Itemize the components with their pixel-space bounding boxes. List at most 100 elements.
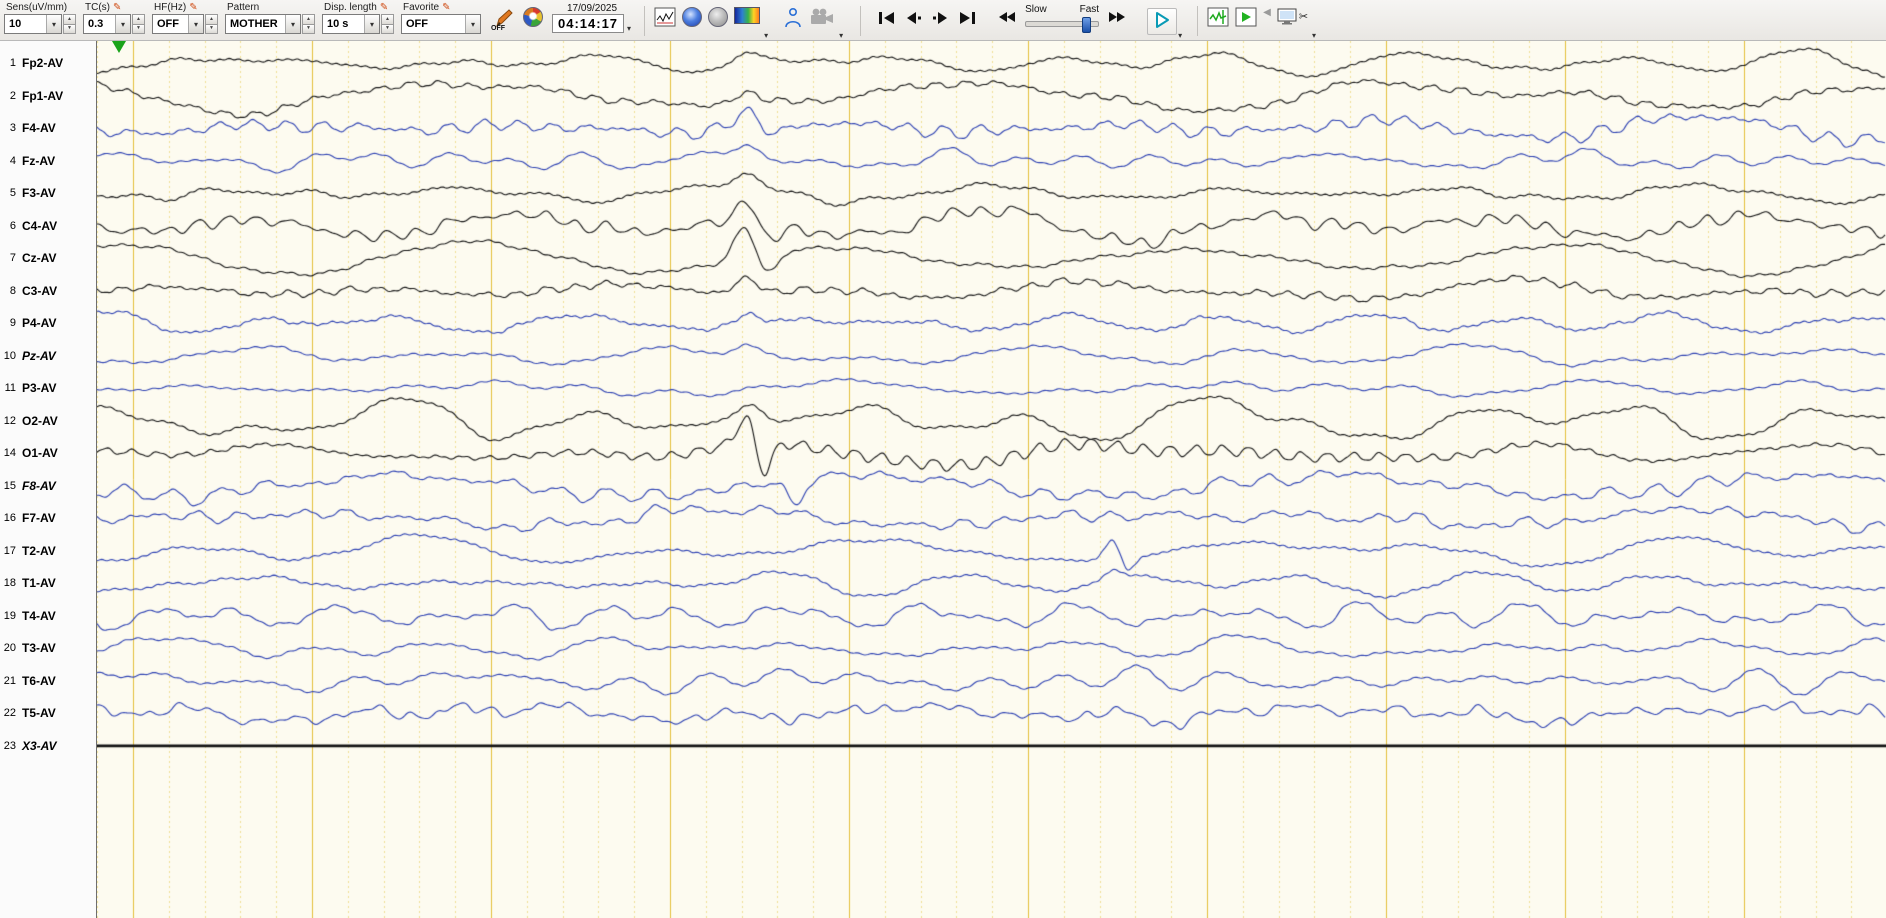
play-button[interactable]: [1147, 8, 1178, 35]
channel-label: T3-AV: [22, 641, 56, 656]
channel-number: 9: [9, 317, 16, 330]
trend-graph-button[interactable]: [654, 7, 676, 27]
map-disabled-button[interactable]: [708, 7, 729, 27]
tc-spin-down[interactable]: ▼: [132, 24, 145, 34]
speed-slider-track[interactable]: [1025, 17, 1100, 33]
annotation-pen-button[interactable]: OFF: [491, 7, 517, 32]
skip-to-end-icon: [960, 12, 976, 24]
hf-dropdown-arrow[interactable]: ▾: [188, 15, 203, 33]
channel-label-row[interactable]: 16 F7-AV: [0, 510, 96, 526]
datetime-dropdown-arrow[interactable]: ▾: [626, 24, 632, 33]
step-back-button[interactable]: [902, 9, 925, 27]
favorite-dropdown-arrow[interactable]: ▾: [465, 15, 480, 33]
review-waveform-button[interactable]: [1207, 7, 1229, 27]
hf-spin-up[interactable]: ▲: [205, 14, 218, 25]
sens-control: Sens(uV/mm) 10 ▾ ▲ ▼: [4, 1, 76, 34]
channel-label-row[interactable]: 8 C3-AV: [0, 283, 96, 299]
channel-label-row[interactable]: 9 P4-AV: [0, 315, 96, 331]
hf-spin-down[interactable]: ▼: [205, 24, 218, 34]
favorite-edit-pencil-icon[interactable]: ✎: [442, 2, 450, 13]
channel-label-row[interactable]: 2 Fp1-AV: [0, 88, 96, 104]
channel-label-row[interactable]: 23 X3-AV: [0, 738, 96, 754]
channel-label-row[interactable]: 10 Pz-AV: [0, 348, 96, 364]
step-forward-button[interactable]: [929, 9, 952, 27]
toolbar-separator: [860, 6, 862, 36]
disp-length-spin-down[interactable]: ▼: [381, 24, 394, 34]
position-marker[interactable]: [112, 41, 126, 53]
datetime-display: 17/09/2025 04:14:17 ▾: [552, 3, 632, 33]
sens-spin-down[interactable]: ▼: [63, 24, 76, 34]
hf-edit-pencil-icon[interactable]: ✎: [189, 2, 197, 13]
play-dropdown-arrow[interactable]: ▾: [1177, 31, 1183, 40]
hf-spinner: ▲ ▼: [205, 14, 218, 34]
channel-label-row[interactable]: 21 T6-AV: [0, 673, 96, 689]
eeg-canvas[interactable]: [97, 41, 1886, 918]
brain-map-button[interactable]: [682, 7, 703, 27]
disp-length-spin-up[interactable]: ▲: [381, 14, 394, 25]
skip-to-end-button[interactable]: [956, 9, 979, 27]
fast-forward-button[interactable]: [1105, 9, 1129, 25]
back-arrow-icon: ◀: [1263, 7, 1271, 18]
pattern-combobox[interactable]: MOTHER ▾: [225, 14, 301, 34]
tc-combobox[interactable]: 0.3 ▾: [83, 14, 131, 34]
channel-label-column: 1 Fp2-AV 2 Fp1-AV 3 F4-AV 4 Fz-AV 5 F3-AV 6 C4-AV 7 C…: [0, 41, 97, 918]
channel-label-row[interactable]: 17 T2-AV: [0, 543, 96, 559]
back-arrow-button[interactable]: ◀: [1263, 7, 1271, 18]
channel-number: 6: [9, 219, 16, 232]
channel-label-row[interactable]: 5 F3-AV: [0, 185, 96, 201]
patient-info-button[interactable]: [783, 7, 803, 29]
channel-label-row[interactable]: 4 Fz-AV: [0, 153, 96, 169]
channel-label: Fz-AV: [22, 153, 56, 168]
channel-number: 21: [3, 674, 16, 687]
disp-length-combobox[interactable]: 10 s ▾: [322, 14, 380, 34]
tc-edit-pencil-icon[interactable]: ✎: [113, 2, 121, 13]
montage-globe-button[interactable]: [523, 7, 543, 27]
pattern-label: Pattern: [227, 2, 260, 13]
channel-label: T1-AV: [22, 576, 56, 591]
rewind-button[interactable]: [995, 9, 1019, 25]
channel-label-row[interactable]: 3 F4-AV: [0, 120, 96, 136]
disp-length-edit-pencil-icon[interactable]: ✎: [380, 2, 388, 13]
clip-dropdown-arrow[interactable]: ▾: [1311, 31, 1317, 40]
speed-slider-handle[interactable]: [1082, 17, 1092, 33]
step-back-icon: [907, 12, 922, 24]
display-mode-dropdown-arrow[interactable]: ▾: [763, 31, 769, 40]
channel-label-row[interactable]: 12 O2-AV: [0, 413, 96, 429]
tc-spinner: ▲ ▼: [132, 14, 145, 34]
channel-label-row[interactable]: 20 T3-AV: [0, 640, 96, 656]
channel-number: 14: [3, 447, 16, 460]
channel-label-row[interactable]: 22 T5-AV: [0, 705, 96, 721]
video-button[interactable]: [809, 7, 835, 27]
channel-label-row[interactable]: 19 T4-AV: [0, 608, 96, 624]
channel-label-row[interactable]: 6 C4-AV: [0, 218, 96, 234]
sens-spin-up[interactable]: ▲: [63, 14, 76, 25]
dsa-spectrogram-button[interactable]: [734, 7, 761, 24]
pattern-spin-up[interactable]: ▲: [302, 14, 315, 25]
channel-label-row[interactable]: 11 P3-AV: [0, 380, 96, 396]
sens-combobox[interactable]: 10 ▾: [4, 14, 62, 34]
sens-dropdown-arrow[interactable]: ▾: [46, 15, 61, 33]
channel-label: T6-AV: [22, 673, 56, 688]
pattern-dropdown-arrow[interactable]: ▾: [285, 15, 300, 33]
video-dropdown-arrow[interactable]: ▾: [838, 31, 844, 40]
screen-clip-button[interactable]: ✂: [1277, 7, 1308, 26]
channel-number: 19: [3, 609, 16, 622]
channel-label-row[interactable]: 15 F8-AV: [0, 478, 96, 494]
channel-label-row[interactable]: 18 T1-AV: [0, 575, 96, 591]
eeg-trace-area[interactable]: [97, 41, 1886, 918]
channel-label-row[interactable]: 14 O1-AV: [0, 445, 96, 461]
pen-off-badge: OFF: [491, 25, 505, 32]
review-play-button[interactable]: [1235, 7, 1257, 27]
channel-label-row[interactable]: 7 Cz-AV: [0, 250, 96, 266]
tc-dropdown-arrow[interactable]: ▾: [115, 15, 130, 33]
disp-length-dropdown-arrow[interactable]: ▾: [364, 15, 379, 33]
tc-spin-up[interactable]: ▲: [132, 14, 145, 25]
hf-combobox[interactable]: OFF ▾: [152, 14, 204, 34]
channel-label-row[interactable]: 1 Fp2-AV: [0, 55, 96, 71]
tc-label: TC(s): [85, 2, 110, 13]
pattern-spin-down[interactable]: ▼: [302, 24, 315, 34]
favorite-combobox[interactable]: OFF ▾: [401, 14, 481, 34]
disp-length-label: Disp. length: [324, 2, 377, 13]
skip-to-start-button[interactable]: [875, 9, 898, 27]
play-icon: [1156, 12, 1170, 28]
